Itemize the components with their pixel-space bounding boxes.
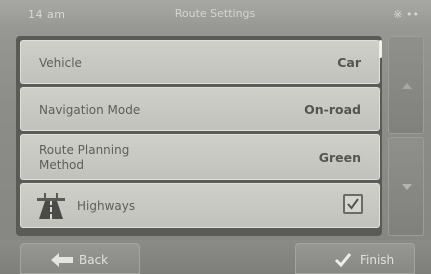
scroll-up-arrow-icon (402, 83, 412, 89)
scroll-position-indicator (379, 40, 382, 58)
bottom-bar: Back Finish (0, 240, 431, 274)
navigation-screen: 14 am Route Settings ※ •• Vehicle Car Na… (0, 0, 431, 274)
setting-label: Highways (77, 199, 136, 213)
setting-label: Vehicle (39, 56, 82, 70)
status-icons: ※ •• (393, 8, 419, 21)
checkmark-icon (347, 198, 359, 210)
finish-button[interactable]: Finish (295, 243, 415, 274)
setting-value: Car (337, 55, 361, 70)
checkmark-icon (334, 252, 352, 272)
highway-icon (35, 192, 67, 220)
arrow-left-icon (51, 252, 73, 271)
highways-checkbox[interactable] (343, 194, 363, 214)
setting-row-highways[interactable]: Highways (20, 183, 380, 228)
page-title: Route Settings (174, 7, 256, 20)
scroll-down-arrow-icon (402, 184, 412, 190)
setting-value: Green (318, 150, 361, 165)
status-bar: 14 am Route Settings ※ •• (0, 0, 431, 30)
setting-label: Navigation Mode (39, 103, 141, 117)
clock-text: 14 am (28, 8, 66, 21)
setting-value: On-road (304, 102, 361, 117)
settings-list: Vehicle Car Navigation Mode On-road Rout… (16, 36, 382, 236)
scroll-controls (388, 36, 424, 236)
back-label: Back (79, 253, 109, 267)
finish-label: Finish (360, 253, 395, 267)
setting-row-route-planning-method[interactable]: Route Planning Method Green (20, 134, 380, 180)
setting-row-vehicle[interactable]: Vehicle Car (20, 40, 380, 84)
setting-label: Route Planning Method (39, 143, 130, 172)
scroll-down-button[interactable] (388, 137, 424, 236)
setting-row-navigation-mode[interactable]: Navigation Mode On-road (20, 87, 380, 131)
scroll-up-button[interactable] (388, 36, 424, 134)
back-button[interactable]: Back (20, 243, 140, 274)
